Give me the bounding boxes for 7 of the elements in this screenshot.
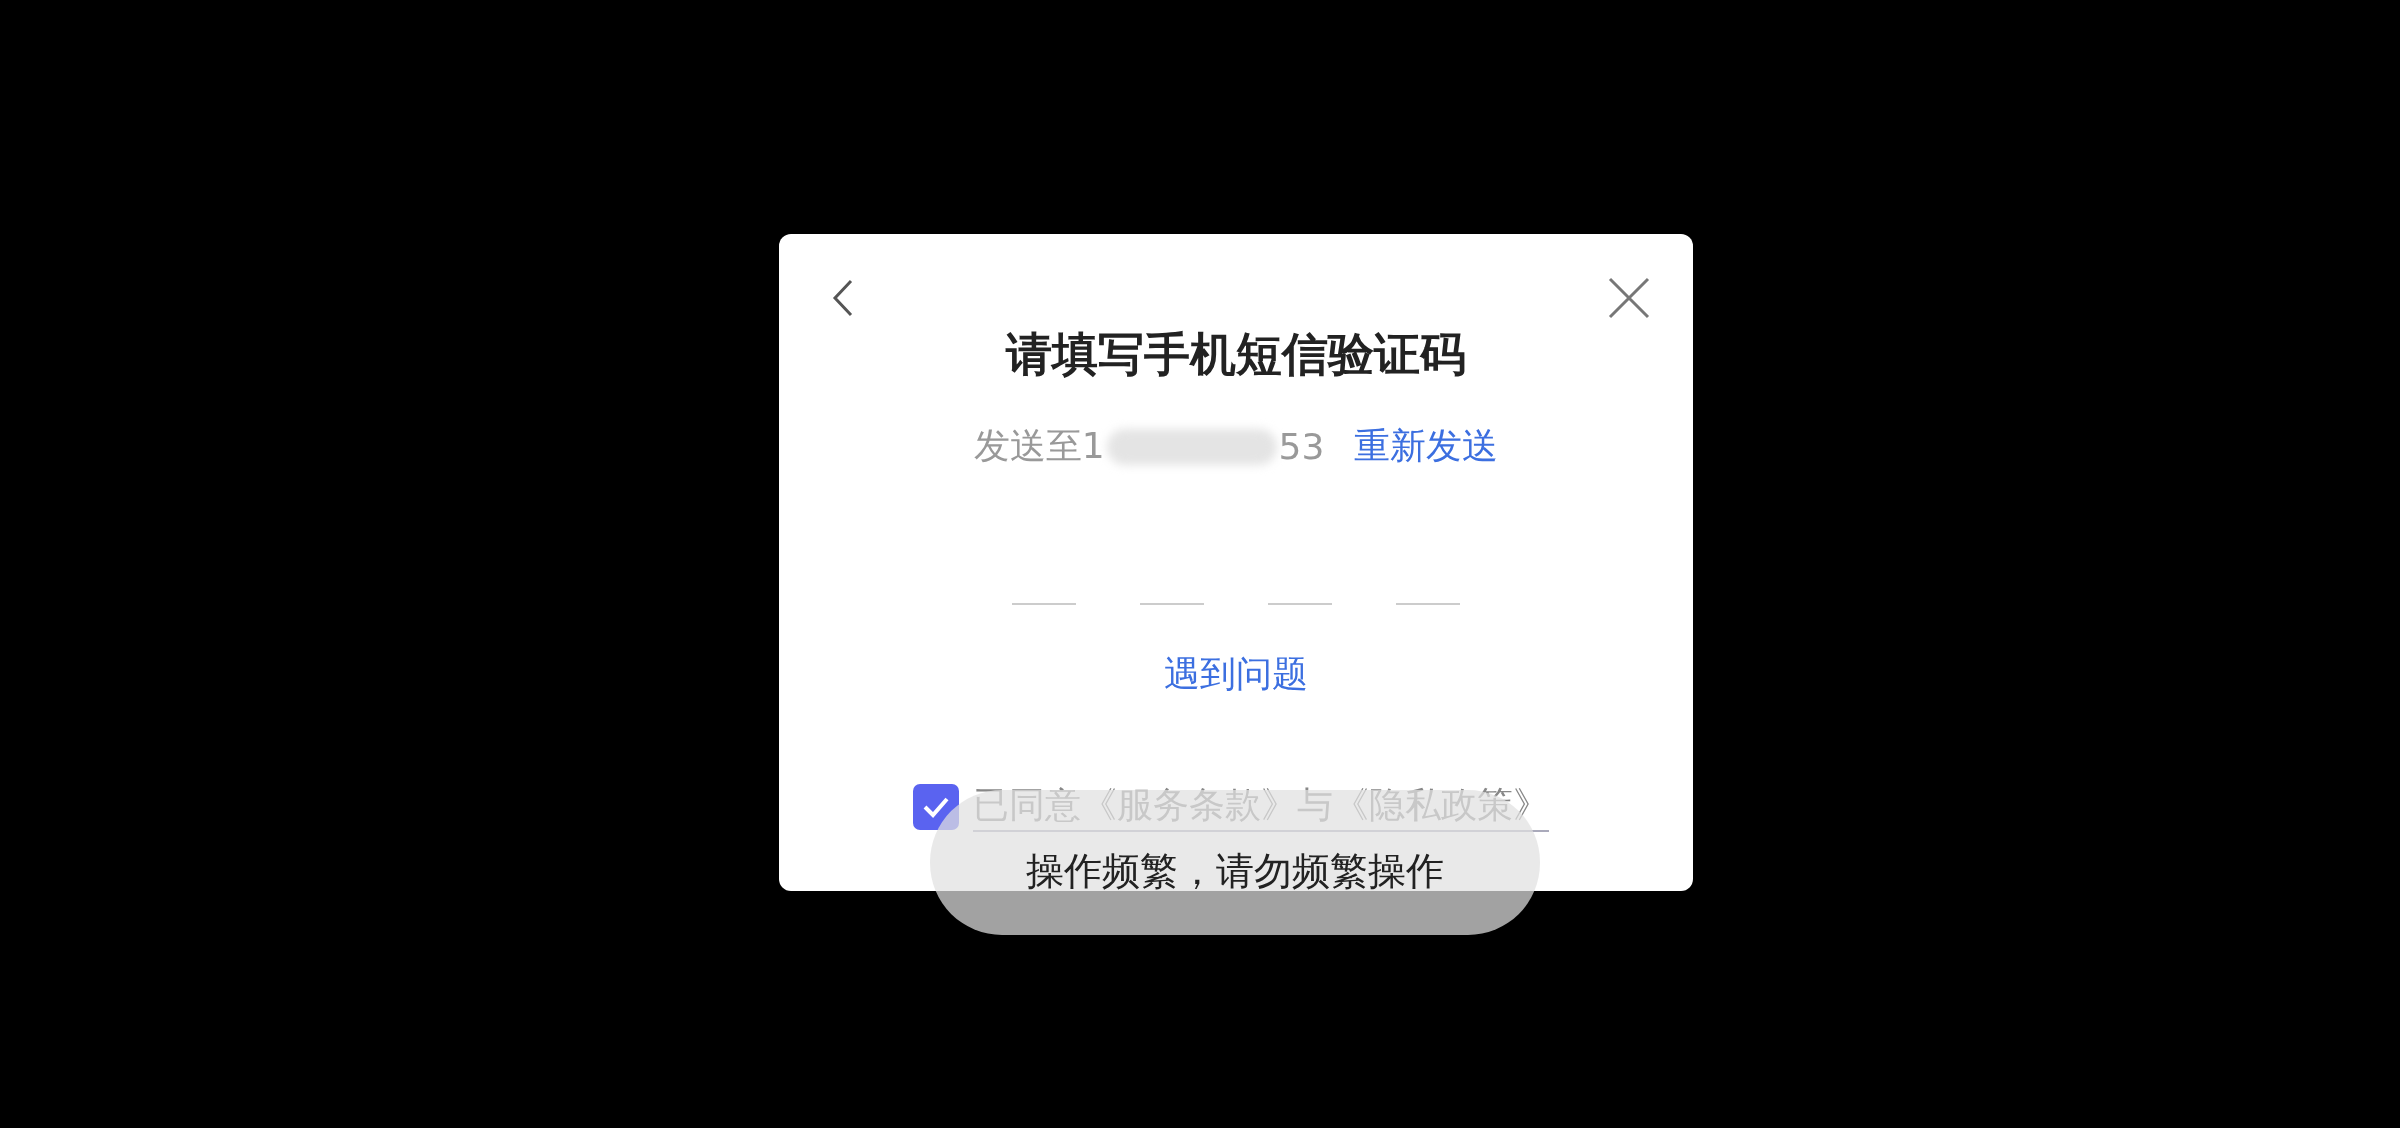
toast-message: 操作频繁，请勿频繁操作 xyxy=(1026,848,1444,895)
resend-link[interactable]: 重新发送 xyxy=(1354,422,1499,471)
help-link[interactable]: 遇到问题 xyxy=(1164,650,1308,699)
dialog-title: 请填写手机短信验证码 xyxy=(1006,326,1466,383)
check-icon xyxy=(922,795,950,818)
phone-number: 53 xyxy=(1278,426,1325,467)
sent-to-label: 发送至1 xyxy=(973,424,1105,468)
